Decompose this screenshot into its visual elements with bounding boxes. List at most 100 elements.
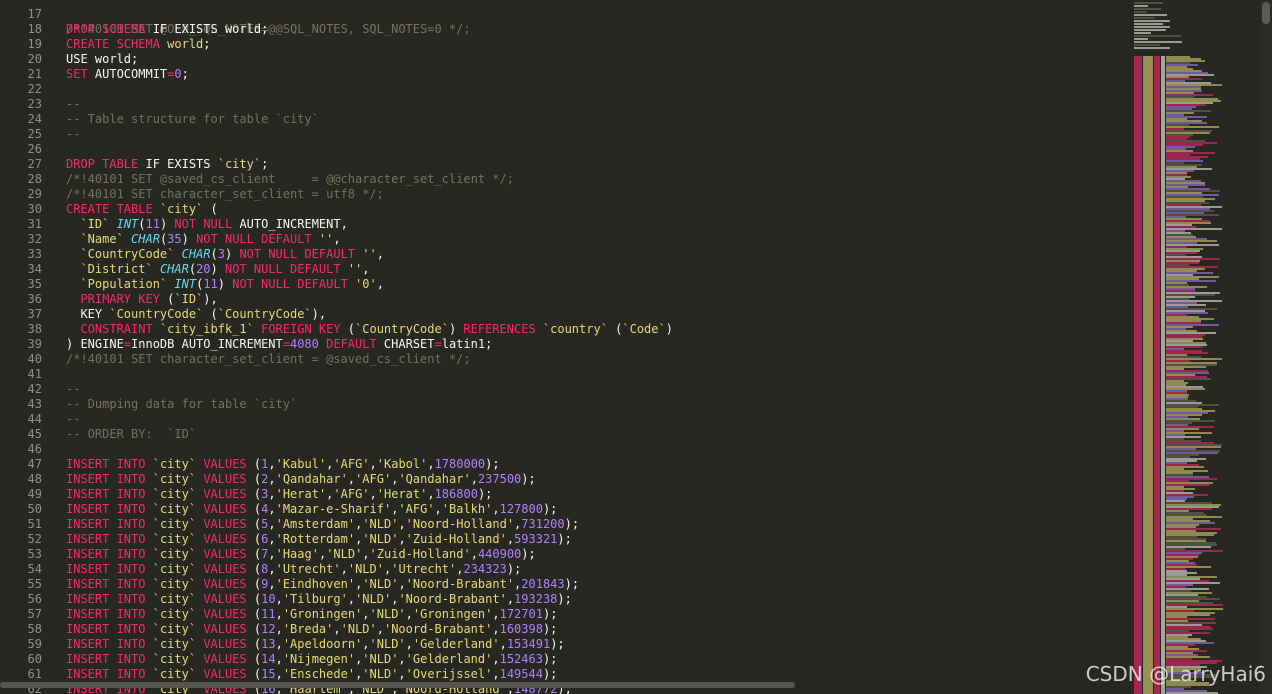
code-token: 'Noord-Brabant' xyxy=(405,577,515,591)
code-token: = xyxy=(434,337,442,351)
code-token: VALUES xyxy=(203,532,247,546)
code-token: = xyxy=(123,337,132,351)
code-token: INSERT INTO xyxy=(66,502,146,516)
code-token: ); xyxy=(477,487,493,501)
watermark: CSDN @LarryHai6 xyxy=(1085,662,1266,686)
code-token: VALUES xyxy=(203,637,247,651)
code-token: ( xyxy=(246,472,262,486)
code-token: ) xyxy=(181,232,197,246)
code-line: 56 INSERT INTO `city` VALUES (10,'Tilburg… xyxy=(0,592,1130,607)
code-token: VALUES xyxy=(203,622,247,636)
code-token: 13 xyxy=(261,637,276,651)
code-token: 'Herat' xyxy=(275,487,327,501)
code-token: , xyxy=(362,607,370,621)
code-token: 'NLD' xyxy=(362,532,399,546)
code-line-text: `ID` INT(11) NOT NULL AUTO_INCREMENT, xyxy=(66,217,347,232)
code-token: 'NLD' xyxy=(362,667,399,681)
code-lines: /*!40101 SET @OLD_SQL_NOTES=@@SQL_NOTES,… xyxy=(0,0,1130,694)
code-token: 'Enschede' xyxy=(282,667,356,681)
code-token: INT xyxy=(116,217,139,231)
line-number: 60 xyxy=(27,652,42,666)
code-token: 'Zuid-Holland' xyxy=(369,547,471,561)
code-token: -- xyxy=(66,97,81,111)
code-token: ( xyxy=(246,667,262,681)
code-line: 40 /*!40101 SET character_set_client = @s… xyxy=(0,352,1130,367)
code-line-text: CONSTRAINT `city_ibfk_1` FOREIGN KEY (`C… xyxy=(66,322,673,337)
code-token: , xyxy=(398,517,406,531)
code-token: 237500 xyxy=(477,472,522,486)
code-token: 'NLD' xyxy=(347,562,384,576)
code-token: `Name` xyxy=(66,232,124,246)
minimap-line xyxy=(1134,2,1163,4)
code-line-text: -- xyxy=(66,127,80,142)
code-line: 53 INSERT INTO `city` VALUES (7,'Haag','N… xyxy=(0,547,1130,562)
code-editor[interactable]: /*!40101 SET @OLD_SQL_NOTES=@@SQL_NOTES,… xyxy=(0,0,1130,694)
code-token: latin1; xyxy=(441,337,493,351)
code-token: , xyxy=(506,592,515,606)
horizontal-scrollbar[interactable] xyxy=(0,680,1130,690)
code-token: ( xyxy=(246,547,262,561)
code-token: ; xyxy=(261,157,269,171)
code-token: , xyxy=(398,667,406,681)
code-token: INSERT INTO xyxy=(66,547,146,561)
vertical-scrollbar[interactable] xyxy=(1260,0,1272,694)
code-token: ); xyxy=(564,517,580,531)
code-line: 22 xyxy=(0,82,1130,97)
line-number: 34 xyxy=(27,262,42,276)
code-token: , xyxy=(275,622,283,636)
code-line: 33 `CountryCode` CHAR(3) NOT NULL DEFAUL… xyxy=(0,247,1130,262)
minimap-line xyxy=(1134,8,1161,10)
code-token: 11 xyxy=(203,277,218,291)
line-number: 31 xyxy=(27,217,42,231)
code-token: ) xyxy=(210,262,225,276)
code-token: `city` xyxy=(159,202,204,216)
code-token: `city` xyxy=(152,622,197,636)
code-line: 43 -- Dumping data for table `city` xyxy=(0,397,1130,412)
code-line-text: /*!40101 SET character_set_client = @sav… xyxy=(66,352,471,367)
code-token: ( xyxy=(246,592,262,606)
code-line-text: INSERT INTO `city` VALUES (6,'Rotterdam'… xyxy=(66,532,572,547)
line-number: 17 xyxy=(27,7,42,21)
code-token: 'Utrecht' xyxy=(275,562,341,576)
minimap-line xyxy=(1134,32,1151,34)
line-number: 50 xyxy=(27,502,42,516)
code-token: 3 xyxy=(217,247,225,261)
code-token: 'Noord-Holland' xyxy=(405,517,515,531)
code-token: NOT NULL DEFAULT xyxy=(196,232,312,246)
code-token: INSERT INTO xyxy=(66,607,146,621)
code-token: , xyxy=(405,607,413,621)
code-token: ) ENGINE xyxy=(66,337,124,351)
vertical-scrollbar-thumb[interactable] xyxy=(1262,2,1270,24)
code-token: , xyxy=(268,502,276,516)
line-number: 43 xyxy=(27,397,42,411)
code-line-text: `Population` INT(11) NOT NULL DEFAULT '0… xyxy=(66,277,384,292)
code-line: 28 /*!40101 SET @saved_cs_client = @@char… xyxy=(0,172,1130,187)
line-number: 42 xyxy=(27,382,42,396)
code-token: ); xyxy=(542,622,558,636)
code-token: , xyxy=(369,457,377,471)
minimap[interactable] xyxy=(1130,0,1260,694)
code-token: -- ORDER BY: `ID` xyxy=(66,427,197,441)
code-token: , xyxy=(492,502,500,516)
code-token: ( xyxy=(159,292,175,306)
code-line-text: INSERT INTO `city` VALUES (12,'Breda','N… xyxy=(66,622,557,637)
code-token: INSERT INTO xyxy=(66,652,146,666)
code-token: 160398 xyxy=(499,622,543,636)
code-line: 36 PRIMARY KEY (`ID`), xyxy=(0,292,1130,307)
code-line-text: INSERT INTO `city` VALUES (13,'Apeldoorn… xyxy=(66,637,565,652)
horizontal-scrollbar-thumb[interactable] xyxy=(0,682,795,688)
code-token: ( xyxy=(246,652,262,666)
code-token: , xyxy=(268,457,276,471)
code-line-text: DROP TABLE IF EXISTS `city`; xyxy=(66,157,268,172)
code-token: SET xyxy=(66,67,88,81)
code-token: ( xyxy=(246,607,262,621)
code-token: NOT NULL xyxy=(174,217,233,231)
line-number: 24 xyxy=(27,112,42,126)
line-number: 53 xyxy=(27,547,42,561)
code-line-text: INSERT INTO `city` VALUES (9,'Eindhoven'… xyxy=(66,577,579,592)
